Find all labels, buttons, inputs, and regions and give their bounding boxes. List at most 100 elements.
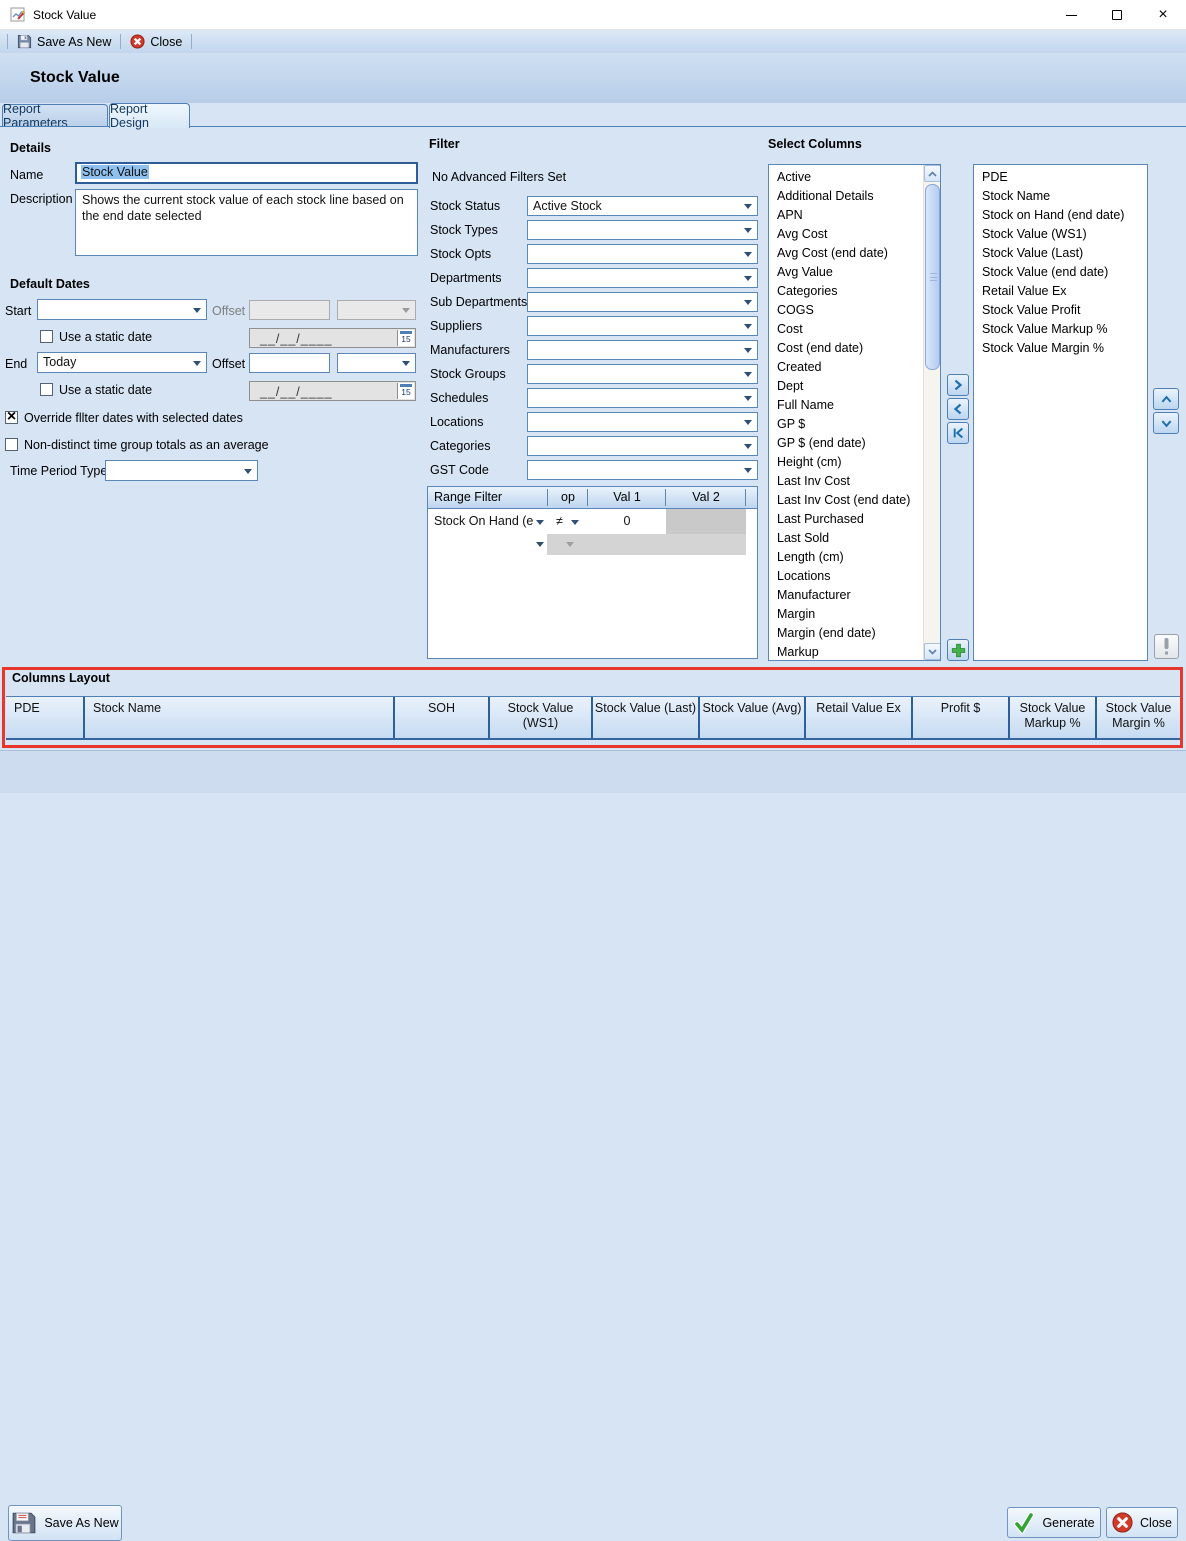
selected-column-item[interactable]: Stock Value Markup % (974, 320, 1147, 339)
available-column-item[interactable]: Dept (769, 377, 923, 396)
available-column-item[interactable]: COGS (769, 301, 923, 320)
filter-select[interactable] (527, 220, 758, 240)
filter-select[interactable] (527, 244, 758, 264)
selected-column-item[interactable]: Stock Value Margin % (974, 339, 1147, 358)
selected-column-item[interactable]: Stock Value (WS1) (974, 225, 1147, 244)
available-column-item[interactable]: Avg Cost (end date) (769, 244, 923, 263)
layout-column-header[interactable]: PDE (6, 697, 85, 738)
available-column-item[interactable]: Avg Value (769, 263, 923, 282)
range-filter-field-select[interactable]: Stock On Hand (er (434, 514, 534, 528)
available-column-item[interactable]: Active (769, 168, 923, 187)
move-all-left-button[interactable] (947, 422, 969, 444)
end-offset-input[interactable] (249, 353, 330, 373)
available-column-item[interactable]: Locations (769, 567, 923, 586)
chevron-down-icon[interactable] (536, 520, 544, 525)
layout-column-header[interactable]: Stock Value (Last) (593, 697, 700, 738)
selected-column-item[interactable]: Retail Value Ex (974, 282, 1147, 301)
filter-select[interactable] (527, 268, 758, 288)
footer-close-button[interactable]: Close (1106, 1507, 1178, 1538)
close-window-button[interactable]: × (1140, 0, 1186, 30)
toolbar-close-button[interactable]: Close (125, 31, 187, 52)
layout-column-header[interactable]: Stock Value (Avg) (700, 697, 806, 738)
generate-button[interactable]: Generate (1007, 1507, 1101, 1538)
move-down-button[interactable] (1153, 412, 1179, 434)
layout-column-header[interactable]: Stock Name (85, 697, 395, 738)
end-date-select[interactable]: Today (37, 352, 207, 373)
end-static-date-checkbox[interactable] (40, 383, 53, 396)
available-column-item[interactable]: Additional Details (769, 187, 923, 206)
tab-report-design[interactable]: Report Design (109, 103, 190, 128)
available-column-item[interactable]: Cost (end date) (769, 339, 923, 358)
column-info-button[interactable] (1154, 634, 1179, 659)
selected-column-item[interactable]: PDE (974, 168, 1147, 187)
chevron-down-icon[interactable] (536, 542, 544, 547)
scrollbar[interactable] (923, 165, 940, 660)
move-right-button[interactable] (947, 374, 969, 396)
available-column-item[interactable]: Created (769, 358, 923, 377)
available-column-item[interactable]: Margin (end date) (769, 624, 923, 643)
range-filter-val1[interactable]: 0 (588, 514, 666, 528)
move-up-button[interactable] (1153, 388, 1179, 410)
selected-columns-list[interactable]: PDEStock NameStock on Hand (end date)Sto… (973, 164, 1148, 661)
available-column-item[interactable]: Last Inv Cost (769, 472, 923, 491)
filter-select[interactable]: Active Stock (527, 196, 758, 216)
nondistinct-average-checkbox[interactable] (5, 438, 18, 451)
name-input[interactable]: Stock Value (75, 162, 418, 184)
scrollbar-thumb[interactable] (925, 184, 940, 370)
available-column-item[interactable]: Cost (769, 320, 923, 339)
filter-select[interactable] (527, 364, 758, 384)
available-column-item[interactable]: Markup (769, 643, 923, 660)
available-columns-list[interactable]: ActiveAdditional DetailsAPNAvg CostAvg C… (768, 164, 941, 661)
override-dates-checkbox[interactable] (5, 411, 18, 424)
minimize-button[interactable] (1048, 0, 1094, 30)
available-column-item[interactable]: Margin (769, 605, 923, 624)
filter-select[interactable] (527, 436, 758, 456)
end-static-date-field[interactable]: __/__/____ 15 (249, 381, 416, 401)
scroll-up-button[interactable] (924, 165, 941, 182)
filter-select[interactable] (527, 292, 758, 312)
selected-column-item[interactable]: Stock Value (Last) (974, 244, 1147, 263)
selected-column-item[interactable]: Stock Name (974, 187, 1147, 206)
maximize-button[interactable] (1094, 0, 1140, 30)
available-column-item[interactable]: Avg Cost (769, 225, 923, 244)
available-column-item[interactable]: Full Name (769, 396, 923, 415)
available-column-item[interactable]: GP $ (end date) (769, 434, 923, 453)
available-column-item[interactable]: Last Purchased (769, 510, 923, 529)
footer-save-as-new-button[interactable]: Save As New (8, 1505, 122, 1541)
start-static-date-checkbox[interactable] (40, 330, 53, 343)
range-filter-op-select[interactable]: ≠ (556, 514, 563, 528)
filter-select[interactable] (527, 460, 758, 480)
add-column-button[interactable] (947, 639, 969, 661)
layout-column-header[interactable]: Profit $ (913, 697, 1010, 738)
layout-column-header[interactable]: SOH (395, 697, 490, 738)
available-column-item[interactable]: Last Inv Cost (end date) (769, 491, 923, 510)
available-column-item[interactable]: Height (cm) (769, 453, 923, 472)
move-left-button[interactable] (947, 398, 969, 420)
toolbar-save-as-new-button[interactable]: Save As New (12, 31, 116, 52)
available-column-item[interactable]: Manufacturer (769, 586, 923, 605)
layout-column-header[interactable]: Stock Value Markup % (1010, 697, 1097, 738)
scroll-down-button[interactable] (924, 643, 941, 660)
available-column-item[interactable]: Length (cm) (769, 548, 923, 567)
filter-select[interactable] (527, 412, 758, 432)
tab-report-parameters[interactable]: Report Parameters (2, 104, 108, 127)
layout-column-header[interactable]: Retail Value Ex (806, 697, 913, 738)
filter-select[interactable] (527, 316, 758, 336)
filter-select[interactable] (527, 388, 758, 408)
layout-column-header[interactable]: Stock Value Margin % (1097, 697, 1180, 738)
start-static-date-field[interactable]: __/__/____ 15 (249, 328, 416, 348)
available-column-item[interactable]: GP $ (769, 415, 923, 434)
filter-select[interactable] (527, 340, 758, 360)
calendar-icon[interactable]: 15 (397, 383, 414, 399)
available-column-item[interactable]: APN (769, 206, 923, 225)
selected-column-item[interactable]: Stock Value (end date) (974, 263, 1147, 282)
available-column-item[interactable]: Categories (769, 282, 923, 301)
available-column-item[interactable]: Last Sold (769, 529, 923, 548)
end-offset-unit-select[interactable] (337, 353, 416, 373)
selected-column-item[interactable]: Stock Value Profit (974, 301, 1147, 320)
calendar-icon[interactable]: 15 (397, 330, 414, 346)
chevron-down-icon[interactable] (571, 520, 579, 525)
layout-column-header[interactable]: Stock Value (WS1) (490, 697, 593, 738)
selected-column-item[interactable]: Stock on Hand (end date) (974, 206, 1147, 225)
start-date-select[interactable] (37, 299, 207, 320)
